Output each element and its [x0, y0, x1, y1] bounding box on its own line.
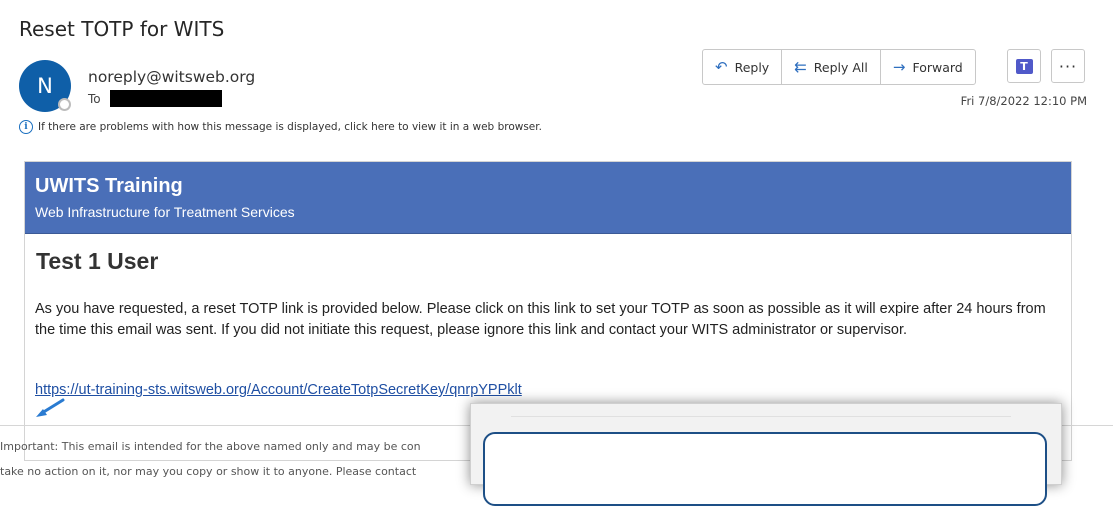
reply-all-button[interactable]: ⇇ Reply All — [782, 50, 881, 84]
reset-message: As you have requested, a reset TOTP link… — [35, 301, 1046, 338]
overlay-dialog-box — [483, 432, 1047, 506]
info-icon: i — [19, 120, 33, 134]
disclaimer-line-2: take no action on it, nor may you copy o… — [0, 465, 417, 478]
banner-subtitle: Web Infrastructure for Treatment Service… — [35, 204, 295, 220]
teams-button[interactable]: T — [1007, 49, 1041, 83]
forward-button[interactable]: → Forward — [881, 50, 975, 84]
redacted-recipient — [110, 90, 222, 107]
reply-button[interactable]: ↶ Reply — [703, 50, 783, 84]
overlay-divider — [511, 416, 1011, 417]
email-subject: Reset TOTP for WITS — [19, 17, 225, 41]
teams-icon: T — [1015, 58, 1033, 74]
reply-all-label: Reply All — [813, 59, 868, 75]
reply-button-group: ↶ Reply ⇇ Reply All → Forward — [702, 49, 976, 85]
reply-all-arrow-icon: ⇇ — [794, 57, 807, 76]
infobar-text: If there are problems with how this mess… — [38, 121, 542, 133]
overlay-screenshot-panel — [470, 403, 1062, 506]
banner-title: UWITS Training — [35, 175, 183, 197]
received-date: Fri 7/8/2022 12:10 PM — [960, 94, 1087, 108]
reply-label: Reply — [734, 59, 770, 75]
user-name-heading: Test 1 User — [36, 248, 159, 274]
to-label: To — [88, 92, 101, 106]
reset-totp-link[interactable]: https://ut-training-sts.witsweb.org/Acco… — [35, 382, 522, 398]
disclaimer-line-1: Important: This email is intended for th… — [0, 440, 421, 453]
training-banner: UWITS Training Web Infrastructure for Tr… — [25, 162, 1071, 234]
more-actions-button[interactable]: ··· — [1051, 49, 1085, 83]
forward-label: Forward — [912, 59, 963, 75]
sender-address[interactable]: noreply@witsweb.org — [88, 68, 255, 86]
reply-arrow-icon: ↶ — [715, 57, 728, 76]
view-in-browser-infobar[interactable]: i If there are problems with how this me… — [19, 120, 542, 134]
avatar-initial: N — [37, 74, 53, 98]
forward-arrow-icon: → — [892, 57, 906, 76]
presence-status-icon — [58, 98, 71, 111]
annotation-arrow-icon — [36, 398, 65, 417]
